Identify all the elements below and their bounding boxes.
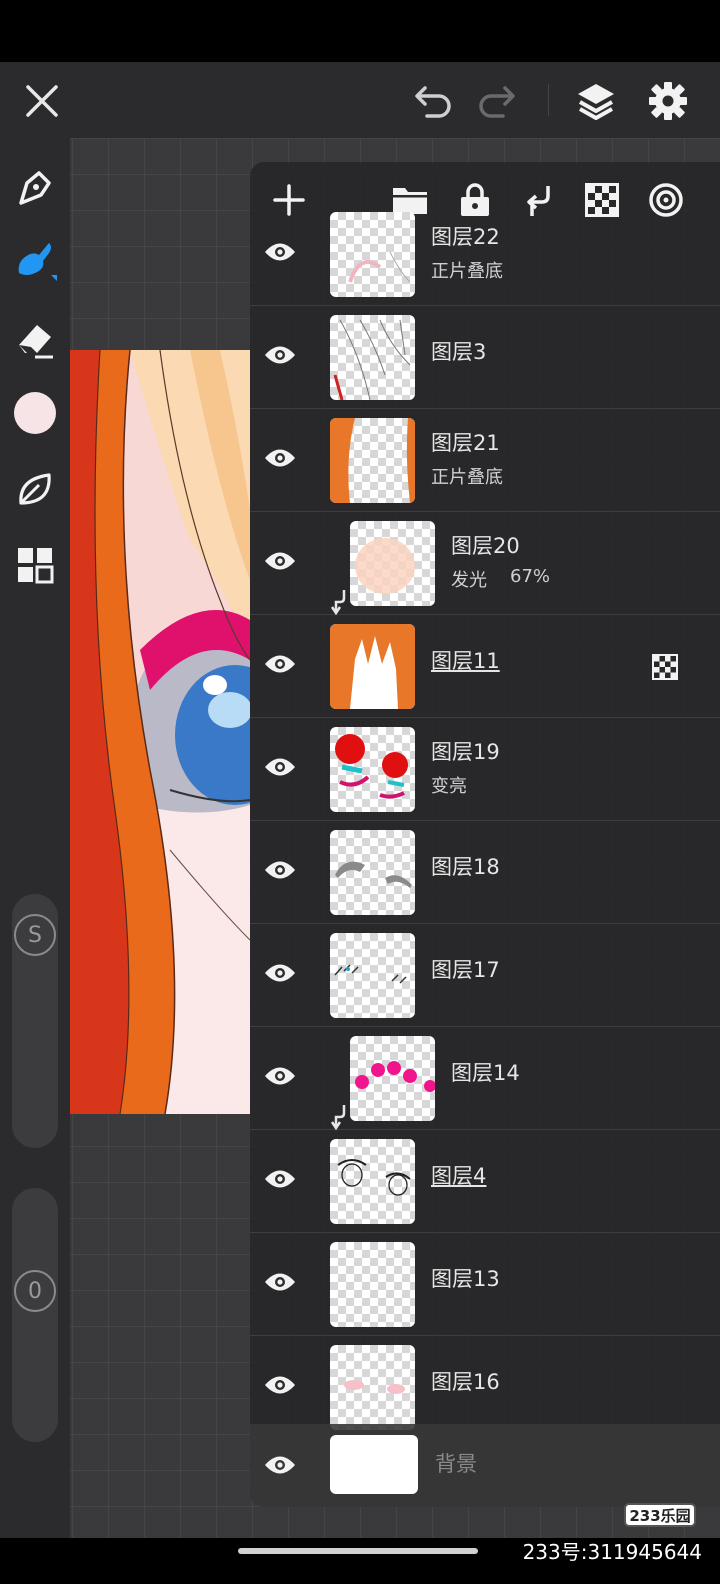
- layer-opacity: 67%: [510, 566, 551, 587]
- layer-name: 图层19: [431, 740, 500, 764]
- eye-icon[interactable]: [258, 539, 302, 583]
- status-bar: [0, 0, 720, 62]
- eye-icon[interactable]: [258, 1443, 302, 1487]
- layer-name: 背景: [435, 1452, 477, 1476]
- redo-icon[interactable]: [472, 76, 522, 126]
- layer-row-21[interactable]: 图层21 正片叠底: [250, 409, 720, 512]
- color-swatch[interactable]: [10, 388, 60, 438]
- layer-thumbnail: [330, 1242, 415, 1327]
- layer-blend-mode: 发光: [451, 570, 487, 591]
- close-icon[interactable]: [17, 76, 67, 126]
- opacity-slider[interactable]: 0: [12, 1188, 58, 1442]
- eye-icon[interactable]: [258, 1363, 302, 1407]
- layer-row-22[interactable]: 图层22 正片叠底: [250, 203, 720, 306]
- left-toolbar: S 0: [0, 138, 70, 1538]
- watermark-badge: 233乐园: [624, 1503, 696, 1527]
- layer-name: 图层20: [451, 534, 520, 558]
- layer-thumbnail: [350, 521, 435, 606]
- layer-thumbnail: [330, 1139, 415, 1224]
- grid-icon[interactable]: [10, 540, 60, 590]
- layer-name: 图层3: [431, 340, 487, 364]
- eraser-icon[interactable]: [10, 314, 60, 364]
- layer-name: 图层14: [451, 1061, 520, 1085]
- layer-thumbnail: [330, 1345, 415, 1430]
- pen-icon[interactable]: [10, 164, 60, 214]
- layer-row-14[interactable]: 图层14: [250, 1027, 720, 1131]
- eye-icon[interactable]: [258, 1157, 302, 1201]
- layer-row-background[interactable]: 背景: [250, 1424, 720, 1507]
- clip-arrow-icon: [330, 590, 346, 616]
- layer-name: 图层17: [431, 958, 500, 982]
- layer-blend-mode: 正片叠底: [431, 467, 503, 488]
- layer-row-3[interactable]: 图层3: [250, 306, 720, 409]
- layer-row-17[interactable]: 图层17: [250, 924, 720, 1027]
- layer-row-18[interactable]: 图层18: [250, 821, 720, 924]
- eye-icon[interactable]: [258, 1054, 302, 1098]
- layer-name: 图层18: [431, 855, 500, 879]
- artwork-image[interactable]: [70, 350, 250, 1114]
- eye-icon[interactable]: [258, 230, 302, 274]
- gear-icon[interactable]: [643, 76, 693, 126]
- layer-thumbnail: [330, 933, 415, 1018]
- eye-icon[interactable]: [258, 436, 302, 480]
- layer-thumbnail: [330, 624, 415, 709]
- home-indicator[interactable]: [238, 1548, 478, 1554]
- brush-icon[interactable]: [10, 234, 60, 284]
- alpha-lock-icon: [652, 654, 678, 684]
- undo-icon[interactable]: [408, 76, 458, 126]
- eye-icon[interactable]: [258, 333, 302, 377]
- eye-icon[interactable]: [258, 848, 302, 892]
- layer-thumbnail: [350, 1036, 435, 1121]
- layer-blend-mode: 变亮: [431, 776, 467, 797]
- layers-panel: 图层22 正片叠底 图层3 图层21 正片叠底 图层20 发光 67% 图层11…: [250, 162, 720, 1507]
- layer-name: 图层21: [431, 431, 500, 455]
- layer-row-20[interactable]: 图层20 发光 67%: [250, 512, 720, 616]
- layer-name: 图层11: [431, 649, 500, 673]
- divider: [548, 84, 549, 116]
- layer-name: 图层16: [431, 1370, 500, 1394]
- top-bar: [0, 62, 720, 138]
- layer-thumbnail: [330, 418, 415, 503]
- layer-row-11[interactable]: 图层11: [250, 615, 720, 718]
- clip-arrow-icon: [330, 1105, 346, 1131]
- layers-icon[interactable]: [571, 76, 621, 126]
- layer-thumbnail: [330, 830, 415, 915]
- leaf-icon[interactable]: [10, 464, 60, 514]
- opacity-knob[interactable]: 0: [14, 1270, 56, 1312]
- eye-icon[interactable]: [258, 745, 302, 789]
- layer-thumbnail: [330, 727, 415, 812]
- layer-name: 图层22: [431, 225, 500, 249]
- layer-thumbnail: [330, 315, 415, 400]
- eye-icon[interactable]: [258, 951, 302, 995]
- eye-icon[interactable]: [258, 1260, 302, 1304]
- layer-name: 图层13: [431, 1267, 500, 1291]
- layer-row-4[interactable]: 图层4: [250, 1130, 720, 1233]
- brush-size-knob[interactable]: S: [14, 914, 56, 956]
- layer-name: 图层4: [431, 1164, 487, 1188]
- brush-size-slider[interactable]: S: [12, 894, 58, 1148]
- layer-thumbnail: [330, 212, 415, 297]
- layer-row-13[interactable]: 图层13: [250, 1233, 720, 1336]
- eye-icon[interactable]: [258, 642, 302, 686]
- layer-row-19[interactable]: 图层19 变亮: [250, 718, 720, 821]
- layer-thumbnail: [330, 1435, 418, 1494]
- watermark-id: 233号:311945644: [522, 1540, 702, 1564]
- layer-blend-mode: 正片叠底: [431, 261, 503, 282]
